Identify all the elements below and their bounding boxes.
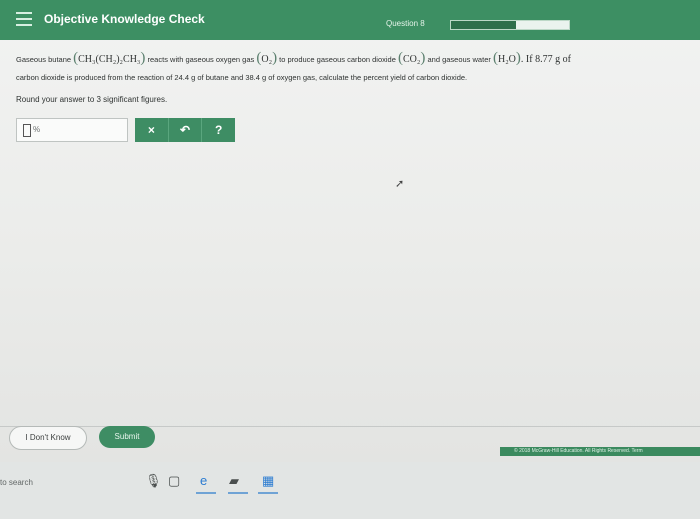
copyright-bar: © 2018 McGraw-Hill Education. All Rights…	[500, 447, 700, 456]
clear-button[interactable]: ×	[135, 118, 169, 142]
answer-input[interactable]: %	[16, 118, 128, 142]
hamburger-menu-icon[interactable]	[16, 12, 32, 26]
edge-browser-icon[interactable]: e	[200, 473, 207, 488]
undo-button[interactable]: ↶	[169, 118, 203, 142]
co2-formula: CO₂	[403, 54, 421, 65]
question-line-1: Gaseous butane (CH₃(CH₂)₂CH₃) reacts wit…	[16, 50, 698, 67]
progress-fill	[451, 21, 516, 29]
close-paren: )	[420, 50, 426, 66]
question-text: to produce gaseous carbon dioxide	[279, 55, 396, 64]
active-app-indicator	[258, 492, 278, 494]
active-app-indicator	[228, 492, 248, 494]
help-button[interactable]: ?	[202, 118, 235, 142]
dont-know-button[interactable]: I Don't Know	[9, 426, 87, 450]
butane-formula: CH₃(CH₂)₂CH₃	[78, 54, 141, 65]
app-screen: Objective Knowledge Check Question 8 Gas…	[0, 0, 700, 462]
progress-bar	[450, 20, 570, 30]
microphone-icon[interactable]: 🎙	[145, 473, 162, 489]
question-text: . If 8.77 g of	[520, 54, 571, 65]
question-text: reacts with gaseous oxygen gas	[147, 55, 255, 64]
answer-unit: %	[33, 125, 41, 134]
close-paren: )	[140, 50, 146, 66]
oxygen-formula: O₂	[261, 54, 273, 65]
store-icon[interactable]: ▦	[262, 473, 274, 489]
task-view-icon[interactable]: ▢	[168, 473, 180, 489]
rounding-instruction: Round your answer to 3 significant figur…	[16, 95, 168, 104]
windows-taskbar: to search 🎙 ▢ e ▰ ▦	[0, 462, 700, 519]
app-title: Objective Knowledge Check	[44, 12, 205, 26]
input-cursor	[23, 124, 31, 137]
answer-toolbar: × ↶ ?	[135, 118, 235, 142]
water-formula: H₂O	[497, 54, 516, 65]
mouse-pointer-icon: ➚	[395, 178, 405, 190]
active-app-indicator	[196, 492, 216, 494]
close-paren: )	[272, 50, 278, 66]
question-text: Gaseous butane	[16, 55, 72, 64]
question-number: Question 8	[386, 19, 425, 28]
file-explorer-icon[interactable]: ▰	[229, 473, 239, 489]
taskbar-search[interactable]: to search	[0, 478, 120, 492]
submit-button[interactable]: Submit	[99, 426, 155, 448]
question-text: and gaseous water	[427, 55, 491, 64]
app-header: Objective Knowledge Check Question 8	[0, 0, 700, 40]
question-line-2: carbon dioxide is produced from the reac…	[16, 73, 468, 82]
